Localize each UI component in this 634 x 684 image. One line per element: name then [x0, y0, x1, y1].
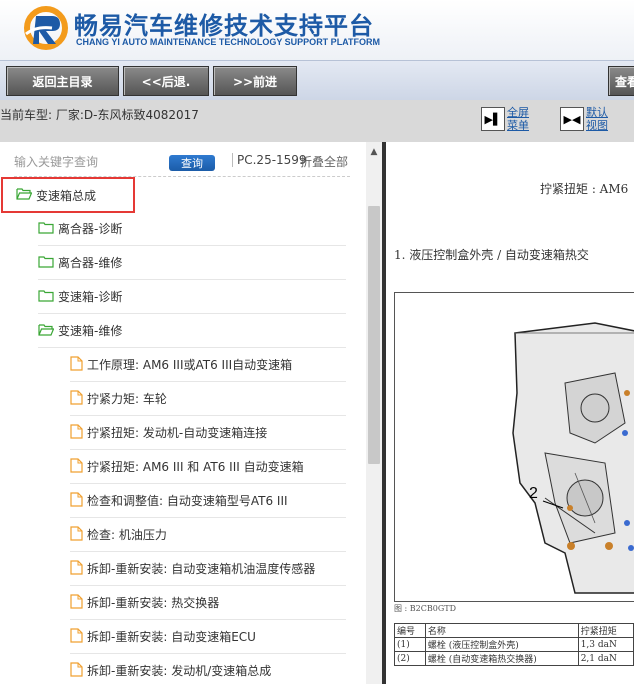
default-view-icon: ▶◀	[560, 107, 584, 131]
tree-item-label: 变速箱总成	[36, 188, 97, 203]
table-cell: 螺栓 (自动变速箱热交换器)	[424, 651, 579, 666]
tree-item-label: 拆卸-重新安装: 自动变速箱ECU	[87, 630, 256, 644]
scroll-up-arrow-icon[interactable]: ▲	[366, 144, 382, 160]
torque-table: 编号 名称 拧紧扭矩 (1) 螺栓 (液压控制盒外壳) 1,3 daN (2) …	[394, 623, 634, 666]
document-title: 拧紧扭矩 : AM6	[540, 182, 629, 196]
tree-item-label: 工作原理: AM6 III或AT6 III自动变速箱	[87, 358, 293, 372]
table-header-row: 编号 名称 拧紧扭矩	[394, 623, 634, 638]
folder-icon	[38, 255, 54, 271]
document-icon	[70, 491, 83, 510]
search-button[interactable]: 查询	[169, 155, 215, 171]
folder-icon	[38, 289, 54, 305]
tree-item-label: 拆卸-重新安装: 自动变速箱机油温度传感器	[87, 562, 316, 576]
tree-item-label: 离合器-维修	[58, 256, 123, 270]
tree-item[interactable]: 离合器-维修	[38, 246, 346, 280]
tree-item[interactable]: 拆卸-重新安装: 自动变速箱机油温度传感器	[70, 552, 346, 586]
document-icon	[70, 457, 83, 476]
tree-item[interactable]: 检查: 机油压力	[70, 518, 346, 552]
keyword-search-input[interactable]	[14, 155, 164, 169]
document-icon	[70, 355, 83, 374]
tree-item-label: 检查和调整值: 自动变速箱型号AT6 III	[87, 494, 288, 508]
brand-logo-icon	[24, 6, 68, 50]
tree-item[interactable]: 拆卸-重新安装: 热交换器	[70, 586, 346, 620]
tree-item[interactable]: 工作原理: AM6 III或AT6 III自动变速箱	[70, 348, 346, 382]
tree-item-label: 拧紧扭矩: AM6 III 和 AT6 III 自动变速箱	[87, 460, 304, 474]
tree-item-label: 检查: 机油压力	[87, 528, 167, 542]
table-cell: (2)	[394, 651, 426, 666]
tree-item-label: 拆卸-重新安装: 发动机/变速箱总成	[87, 664, 272, 678]
default-view-button[interactable]: ▶◀ 默认视图	[560, 106, 612, 132]
view-button[interactable]: 查看	[608, 66, 634, 96]
transmission-housing-drawing	[512, 322, 634, 594]
brand-subtitle: CHANG YI AUTO MAINTENANCE TECHNOLOGY SUP…	[76, 37, 381, 47]
fullscreen-icon: ▶▌	[481, 107, 505, 131]
document-icon	[70, 627, 83, 646]
app-header: 畅易汽车维修技术支持平台 CHANG YI AUTO MAINTENANCE T…	[0, 0, 634, 60]
table-header-cell: 拧紧扭矩	[577, 623, 634, 638]
document-icon	[70, 525, 83, 544]
forward-button[interactable]: >>前进	[213, 66, 297, 96]
document-icon	[70, 423, 83, 442]
table-row: (1) 螺栓 (液压控制盒外壳) 1,3 daN	[394, 637, 634, 652]
tree-item[interactable]: 变速箱-诊断	[38, 280, 346, 314]
tree-item-label: 变速箱-维修	[58, 324, 123, 338]
fullscreen-menu-label[interactable]: 全屏菜单	[507, 106, 533, 132]
table-cell: 2,1 daN	[577, 651, 634, 666]
tree-item[interactable]: 拆卸-重新安装: 发动机/变速箱总成	[70, 654, 346, 684]
scroll-thumb[interactable]	[368, 206, 380, 464]
table-cell: 1,3 daN	[577, 637, 634, 652]
document-icon	[70, 389, 83, 408]
folder-open-icon	[16, 187, 33, 203]
tree-search-row: 查询 PC.25-1599 折叠全部	[0, 142, 366, 178]
table-row: (2) 螺栓 (自动变速箱热交换器) 2,1 daN	[394, 651, 634, 666]
tree-item[interactable]: 变速箱-维修	[38, 314, 346, 348]
model-bar: 当前车型: 厂家:D-东风标致4082017 ▶▌ 全屏菜单 ▶◀ 默认视图	[0, 100, 634, 142]
tree-item[interactable]: 拧紧力矩: 车轮	[70, 382, 346, 416]
navigation-tree-panel: 查询 PC.25-1599 折叠全部 变速箱总成离合器-诊断离合器-维修变速箱-…	[0, 142, 366, 684]
folder-open-icon	[38, 323, 55, 339]
section-heading: 1. 液压控制盒外壳 / 自动变速箱热交	[394, 248, 589, 262]
pc-code-label: PC.25-1599	[232, 153, 307, 167]
tree-item[interactable]: 拆卸-重新安装: 自动变速箱ECU	[70, 620, 346, 654]
table-header-cell: 编号	[394, 623, 426, 638]
brand-title: 畅易汽车维修技术支持平台	[74, 12, 374, 40]
tree-item[interactable]: 离合器-诊断	[38, 212, 346, 246]
nav-bar: 返回主目录 <<后退. >>前进 查看	[0, 60, 634, 100]
fullscreen-menu-button[interactable]: ▶▌ 全屏菜单	[481, 106, 533, 132]
figure-callout-2: 2	[529, 485, 538, 502]
transmission-diagram: 2	[394, 292, 634, 602]
current-vehicle-label: 当前车型: 厂家:D-东风标致4082017	[0, 108, 199, 122]
table-header-cell: 名称	[424, 623, 579, 638]
tree-item-label: 拆卸-重新安装: 热交换器	[87, 596, 220, 610]
default-view-label[interactable]: 默认视图	[586, 106, 612, 132]
document-icon	[70, 593, 83, 612]
folder-icon	[38, 221, 54, 237]
tree-item-label: 拧紧力矩: 车轮	[87, 392, 167, 406]
tree-item-label: 拧紧扭矩: 发动机-自动变速箱连接	[87, 426, 268, 440]
tree-item[interactable]: 检查和调整值: 自动变速箱型号AT6 III	[70, 484, 346, 518]
document-icon	[70, 661, 83, 680]
collapse-all-link[interactable]: 折叠全部	[300, 153, 348, 170]
tree-item[interactable]: 拧紧扭矩: 发动机-自动变速箱连接	[70, 416, 346, 450]
tree-scrollbar[interactable]: ▲	[366, 142, 382, 684]
search-divider	[14, 176, 350, 177]
tree-item-label: 离合器-诊断	[58, 222, 123, 236]
tree-item[interactable]: 拧紧扭矩: AM6 III 和 AT6 III 自动变速箱	[70, 450, 346, 484]
back-button[interactable]: <<后退.	[123, 66, 209, 96]
figure-caption: 图 : B2CB0GTD	[394, 604, 456, 613]
home-button[interactable]: 返回主目录	[6, 66, 119, 96]
tree-item-label: 变速箱-诊断	[58, 290, 123, 304]
document-icon	[70, 559, 83, 578]
tree-item[interactable]: 变速箱总成	[1, 177, 135, 213]
table-cell: 螺栓 (液压控制盒外壳)	[424, 637, 579, 652]
document-viewer: 拧紧扭矩 : AM6 1. 液压控制盒外壳 / 自动变速箱热交 2 图 : B2…	[386, 142, 634, 684]
table-cell: (1)	[394, 637, 426, 652]
